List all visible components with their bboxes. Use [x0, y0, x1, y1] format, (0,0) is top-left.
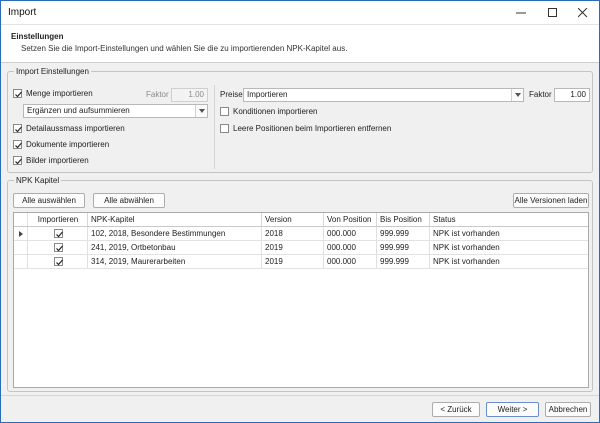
minimize-icon — [516, 12, 526, 14]
importieren-cell — [29, 255, 88, 268]
faktor-left-input[interactable]: 1.00 — [171, 88, 208, 102]
row-indicator — [14, 241, 28, 254]
bis-position-cell: 999.999 — [377, 241, 430, 254]
bis-position-cell: 999.999 — [377, 227, 430, 240]
npk-kapitel-cell: 241, 2019, Ortbetonbau — [88, 241, 262, 254]
version-cell: 2018 — [262, 227, 324, 240]
preise-select[interactable]: Importieren — [243, 88, 524, 102]
bis-position-cell: 999.999 — [377, 255, 430, 268]
window-title: Import — [8, 7, 37, 18]
status-cell: NPK ist vorhanden — [433, 243, 500, 252]
import-window: Import Einstellungen Setzen Sie die Impo… — [0, 0, 600, 423]
detailaussmass-label: Detailaussmass importieren — [26, 124, 125, 133]
table-row[interactable]: 102, 2018, Besondere Bestimmungen 2018 0… — [14, 227, 588, 241]
npk-kapitel-cell: 102, 2018, Besondere Bestimmungen — [88, 227, 262, 240]
status-cell: NPK ist vorhanden — [433, 229, 500, 238]
checkmark-icon — [15, 142, 22, 149]
von-position-cell: 000.000 — [324, 227, 377, 240]
leere-positionen-label: Leere Positionen beim Importieren entfer… — [233, 124, 392, 133]
preise-label: Preise — [220, 90, 243, 99]
page-header: Einstellungen Setzen Sie die Import-Eins… — [1, 25, 599, 63]
npk-kapitel-legend: NPK Kapitel — [16, 176, 60, 185]
close-icon — [578, 8, 588, 18]
importieren-cell — [29, 227, 88, 240]
checkbox-box — [13, 124, 22, 133]
cancel-button[interactable]: Abbrechen — [545, 402, 591, 417]
settings-divider — [214, 85, 215, 169]
checkmark-icon — [56, 259, 63, 266]
back-button[interactable]: < Zurück — [432, 402, 480, 417]
row-checkbox[interactable] — [54, 229, 63, 238]
column-header-bis-position[interactable]: Bis Position — [377, 213, 430, 226]
menge-mode-value: Ergänzen und aufsummieren — [27, 106, 130, 115]
menge-importieren-label: Menge importieren — [26, 89, 93, 98]
row-checkbox[interactable] — [54, 243, 63, 252]
dokumente-label: Dokumente importieren — [26, 140, 110, 149]
column-header-status[interactable]: Status — [430, 213, 588, 226]
import-settings-legend: Import Einstellungen — [16, 67, 89, 76]
load-versions-button[interactable]: Alle Versionen laden — [513, 193, 589, 208]
column-header-importieren[interactable]: Importieren — [29, 213, 88, 226]
row-indicator — [14, 255, 28, 268]
npk-table: Importieren NPK-Kapitel Version Von Posi… — [13, 212, 589, 388]
von-position-cell: 000.000 — [324, 255, 377, 268]
page-subtitle: Setzen Sie die Import-Einstellungen und … — [21, 44, 348, 53]
checkbox-box — [13, 156, 22, 165]
bilder-label: Bilder importieren — [26, 156, 89, 165]
checkmark-icon — [15, 91, 22, 98]
checkbox-box — [220, 124, 229, 133]
row-indicator-header — [14, 213, 28, 226]
checkbox-box — [220, 107, 229, 116]
status-cell: NPK ist vorhanden — [433, 257, 500, 266]
konditionen-label: Konditionen importieren — [233, 107, 318, 116]
title-bar: Import — [1, 1, 599, 25]
close-button[interactable] — [568, 1, 598, 25]
table-row[interactable]: 241, 2019, Ortbetonbau 2019 000.000 999.… — [14, 241, 588, 255]
preise-value: Importieren — [247, 90, 288, 99]
table-row[interactable]: 314, 2019, Maurerarbeiten 2019 000.000 9… — [14, 255, 588, 269]
column-header-version[interactable]: Version — [262, 213, 324, 226]
chevron-down-icon — [515, 93, 521, 97]
import-settings-group: Import Einstellungen — [7, 67, 593, 173]
menge-importieren-checkbox[interactable]: Menge importieren — [13, 89, 93, 98]
bilder-checkbox[interactable]: Bilder importieren — [13, 156, 89, 165]
next-button[interactable]: Weiter > — [486, 402, 539, 417]
deselect-all-button[interactable]: Alle abwählen — [93, 193, 165, 208]
checkmark-icon — [15, 126, 22, 133]
konditionen-checkbox[interactable]: Konditionen importieren — [220, 107, 318, 116]
checkmark-icon — [15, 158, 22, 165]
row-indicator — [14, 227, 28, 240]
version-cell: 2019 — [262, 241, 324, 254]
faktor-left-label: Faktor — [146, 90, 169, 99]
chevron-down-icon — [199, 109, 205, 113]
von-position-cell: 000.000 — [324, 241, 377, 254]
maximize-icon — [548, 8, 557, 17]
table-header: Importieren NPK-Kapitel Version Von Posi… — [14, 213, 588, 227]
checkbox-box — [13, 89, 22, 98]
checkmark-icon — [56, 245, 63, 252]
leere-positionen-checkbox[interactable]: Leere Positionen beim Importieren entfer… — [220, 124, 391, 133]
column-header-von-position[interactable]: Von Position — [324, 213, 377, 226]
select-all-button[interactable]: Alle auswählen — [13, 193, 85, 208]
minimize-button[interactable] — [506, 1, 536, 25]
column-header-npk-kapitel[interactable]: NPK-Kapitel — [88, 213, 262, 226]
detailaussmass-checkbox[interactable]: Detailaussmass importieren — [13, 124, 125, 133]
npk-kapitel-cell: 314, 2019, Maurerarbeiten — [88, 255, 262, 268]
faktor-right-label: Faktor — [529, 90, 552, 99]
dokumente-checkbox[interactable]: Dokumente importieren — [13, 140, 109, 149]
version-cell: 2019 — [262, 255, 324, 268]
importieren-cell — [29, 241, 88, 254]
menge-mode-select[interactable]: Ergänzen und aufsummieren — [23, 104, 208, 118]
dropdown-arrow[interactable] — [195, 105, 207, 117]
maximize-button[interactable] — [538, 1, 568, 25]
page-title: Einstellungen — [11, 32, 64, 41]
row-checkbox[interactable] — [54, 257, 63, 266]
faktor-right-input[interactable]: 1.00 — [554, 88, 590, 102]
dropdown-arrow[interactable] — [511, 89, 523, 101]
checkbox-box — [13, 140, 22, 149]
checkmark-icon — [56, 231, 63, 238]
current-row-arrow-icon — [19, 231, 23, 237]
